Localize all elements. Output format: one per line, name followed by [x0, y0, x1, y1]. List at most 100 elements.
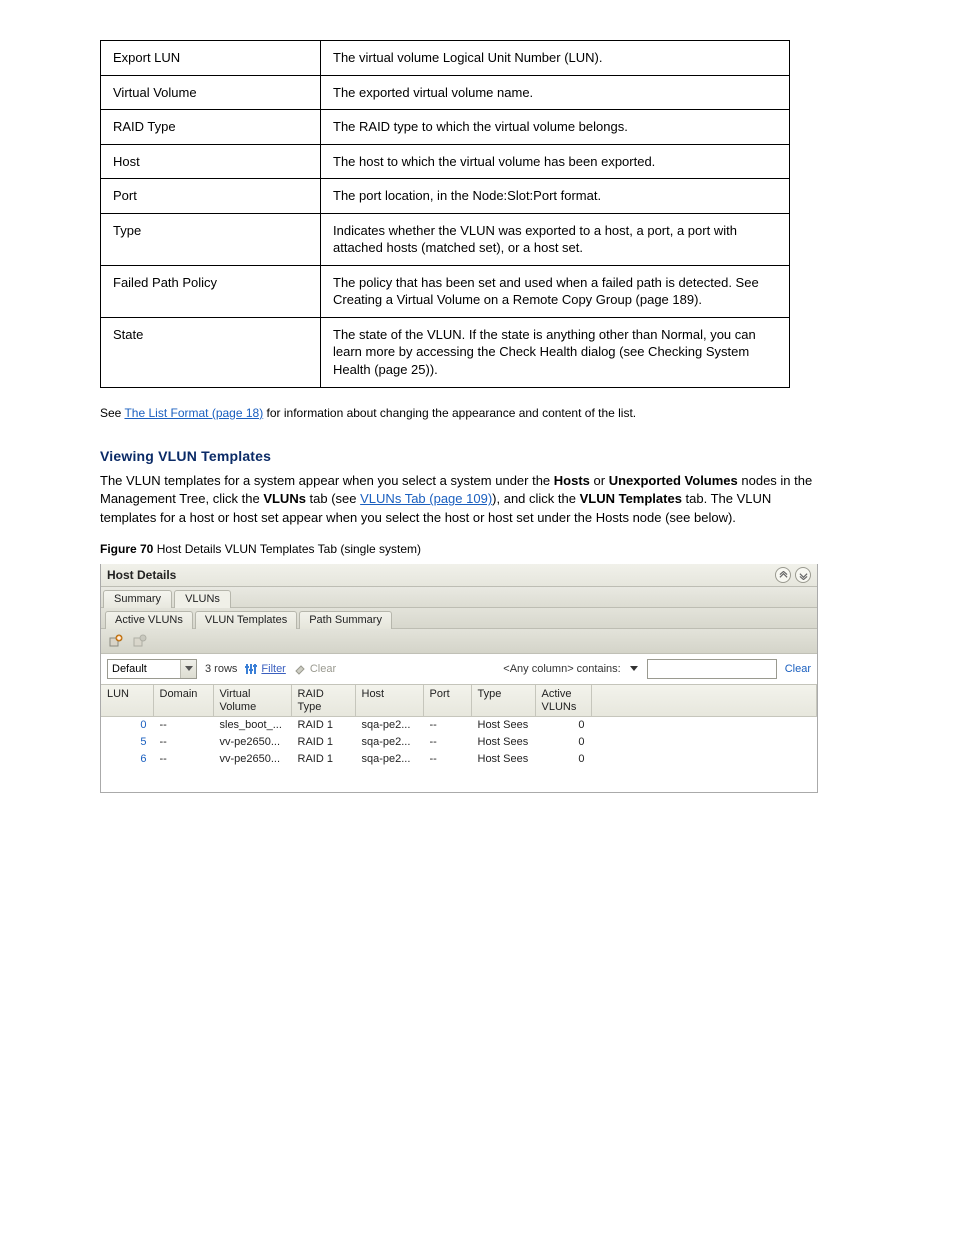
grid-row[interactable]: 6 -- vv-pe2650... RAID 1 sqa-pe2... -- H… [101, 751, 817, 768]
table-row: Port The port location, in the Node:Slot… [101, 179, 790, 214]
cell-raid: RAID 1 [291, 734, 355, 751]
cell-raid: RAID 1 [291, 717, 355, 734]
list-format-link[interactable]: The List Format (page 18) [124, 406, 263, 420]
subtab-path-summary[interactable]: Path Summary [299, 611, 392, 629]
prop-key: State [101, 317, 321, 387]
section-paragraph: The VLUN templates for a system appear w… [100, 472, 820, 529]
primary-tabs: Summary VLUNs [101, 587, 817, 608]
cell-host: sqa-pe2... [355, 717, 423, 734]
panel-titlebar: Host Details [101, 564, 817, 587]
note-prefix: See [100, 406, 124, 420]
para-bold: Unexported Volumes [609, 473, 738, 488]
filter-button[interactable]: Filter [245, 663, 285, 675]
table-row: Virtual Volume The exported virtual volu… [101, 75, 790, 110]
para-text: tab (see [306, 491, 360, 506]
cell-type: Host Sees [471, 751, 535, 768]
vluns-tab-link[interactable]: VLUNs Tab (page 109) [360, 491, 492, 506]
search-input[interactable] [647, 659, 777, 679]
chevron-down-icon[interactable] [180, 660, 196, 678]
view-select[interactable] [107, 659, 197, 679]
grid-empty-space [101, 768, 817, 792]
tab-summary[interactable]: Summary [103, 590, 172, 608]
grid-row[interactable]: 0 -- sles_boot_... RAID 1 sqa-pe2... -- … [101, 717, 817, 734]
col-host[interactable]: Host [355, 685, 423, 717]
any-column-label: <Any column> contains: [503, 663, 620, 675]
col-lun[interactable]: LUN [101, 685, 153, 717]
cell-raid: RAID 1 [291, 751, 355, 768]
filter-bar: 3 rows Filter Clear <Any column> contain… [101, 654, 817, 685]
panel-title: Host Details [107, 568, 771, 582]
cell-port: -- [423, 734, 471, 751]
cell-type: Host Sees [471, 717, 535, 734]
prop-key: Port [101, 179, 321, 214]
col-port[interactable]: Port [423, 685, 471, 717]
table-row: State The state of the VLUN. If the stat… [101, 317, 790, 387]
cell-port: -- [423, 717, 471, 734]
clear-filter-button[interactable]: Clear [294, 663, 336, 675]
section-heading: Viewing VLUN Templates [100, 448, 894, 464]
prop-val: The RAID type to which the virtual volum… [321, 110, 790, 145]
col-domain[interactable]: Domain [153, 685, 213, 717]
column-picker-dropdown[interactable] [629, 664, 639, 674]
note-suffix: for information about changing the appea… [263, 406, 636, 420]
col-type[interactable]: Type [471, 685, 535, 717]
figure-text: Host Details VLUN Templates Tab (single … [153, 542, 421, 556]
expand-down-icon[interactable] [795, 567, 811, 583]
prop-key: Type [101, 213, 321, 265]
cell-active: 0 [535, 734, 591, 751]
col-virtual-volume[interactable]: Virtual Volume [213, 685, 291, 717]
col-raid-type[interactable]: RAID Type [291, 685, 355, 717]
cell-port: -- [423, 751, 471, 768]
prop-val: The port location, in the Node:Slot:Port… [321, 179, 790, 214]
lun-link[interactable]: 5 [140, 736, 146, 748]
remove-vlun-icon[interactable] [131, 632, 149, 650]
col-active-vluns[interactable]: Active VLUNs [535, 685, 591, 717]
cell-vv: vv-pe2650... [213, 751, 291, 768]
secondary-tabs: Active VLUNs VLUN Templates Path Summary [101, 608, 817, 629]
para-bold: Hosts [554, 473, 590, 488]
cell-active: 0 [535, 751, 591, 768]
vlun-templates-grid: LUN Domain Virtual Volume RAID Type Host… [101, 685, 817, 792]
panel-toolbar [101, 629, 817, 654]
properties-table: Export LUN The virtual volume Logical Un… [100, 40, 790, 388]
table-row: Failed Path Policy The policy that has b… [101, 265, 790, 317]
tab-vluns[interactable]: VLUNs [174, 590, 231, 608]
prop-key: Export LUN [101, 41, 321, 76]
figure-label: Figure 70 [100, 542, 153, 556]
lun-link[interactable]: 6 [140, 753, 146, 765]
cell-domain: -- [153, 751, 213, 768]
export-vlun-icon[interactable] [107, 632, 125, 650]
table-row: RAID Type The RAID type to which the vir… [101, 110, 790, 145]
host-details-panel: Host Details Summary VLUNs Active VLUNs … [100, 564, 818, 793]
cell-host: sqa-pe2... [355, 734, 423, 751]
prop-val: Indicates whether the VLUN was exported … [321, 213, 790, 265]
table-row: Host The host to which the virtual volum… [101, 144, 790, 179]
col-spacer [591, 685, 817, 717]
prop-key: RAID Type [101, 110, 321, 145]
properties-note: See The List Format (page 18) for inform… [100, 406, 790, 420]
collapse-up-icon[interactable] [775, 567, 791, 583]
row-count-label: 3 rows [205, 663, 237, 675]
prop-key: Host [101, 144, 321, 179]
prop-val: The state of the VLUN. If the state is a… [321, 317, 790, 387]
filter-icon [245, 663, 257, 675]
prop-val: The exported virtual volume name. [321, 75, 790, 110]
cell-vv: vv-pe2650... [213, 734, 291, 751]
para-bold: VLUNs [263, 491, 306, 506]
para-text: ), and click the [492, 491, 579, 506]
para-text: The VLUN templates for a system appear w… [100, 473, 554, 488]
view-select-input[interactable] [108, 660, 180, 678]
grid-header-row: LUN Domain Virtual Volume RAID Type Host… [101, 685, 817, 717]
prop-key: Failed Path Policy [101, 265, 321, 317]
subtab-vlun-templates[interactable]: VLUN Templates [195, 611, 297, 629]
clear-search-link[interactable]: Clear [785, 663, 811, 675]
subtab-active-vluns[interactable]: Active VLUNs [105, 611, 193, 629]
grid-row[interactable]: 5 -- vv-pe2650... RAID 1 sqa-pe2... -- H… [101, 734, 817, 751]
cell-type: Host Sees [471, 734, 535, 751]
cell-vv: sles_boot_... [213, 717, 291, 734]
prop-key: Virtual Volume [101, 75, 321, 110]
lun-link[interactable]: 0 [140, 719, 146, 731]
table-row: Type Indicates whether the VLUN was expo… [101, 213, 790, 265]
cell-host: sqa-pe2... [355, 751, 423, 768]
clear-filter-label: Clear [310, 663, 336, 675]
